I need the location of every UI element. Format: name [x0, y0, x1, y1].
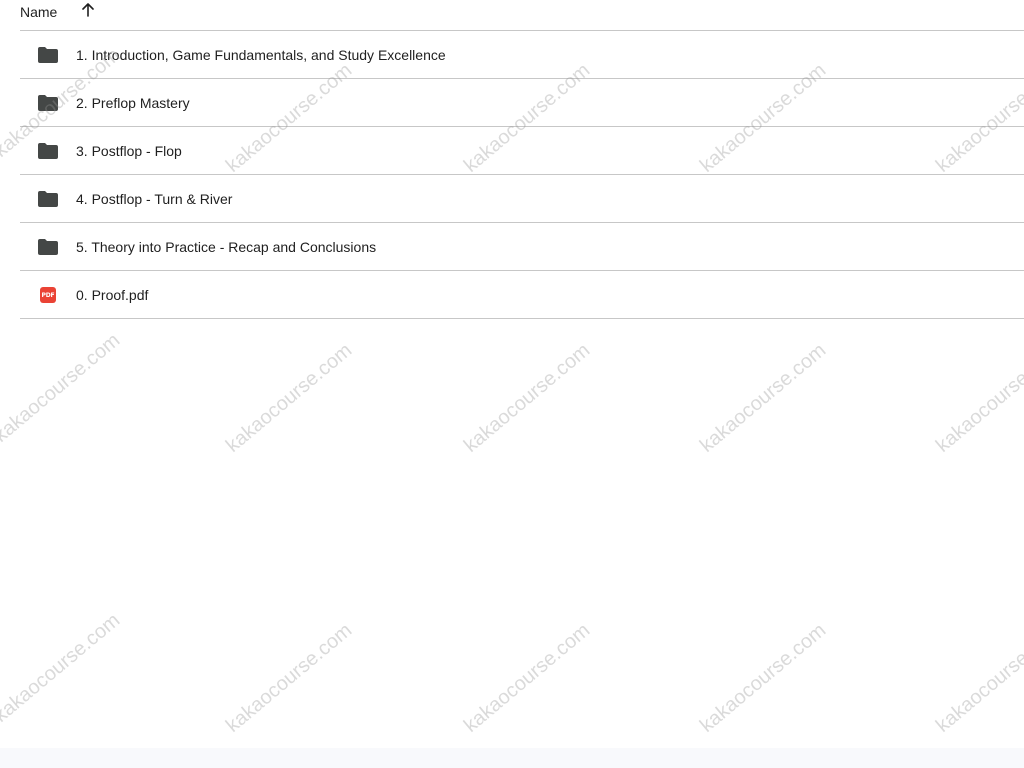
watermark: kakaocourse.com	[222, 339, 357, 457]
watermark: kakaocourse.com	[696, 619, 831, 737]
file-list: 1. Introduction, Game Fundamentals, and …	[20, 30, 1024, 319]
file-row-folder-3[interactable]: 3. Postflop - Flop	[20, 127, 1024, 175]
folder-icon	[38, 237, 58, 257]
folder-icon	[38, 141, 58, 161]
footer-bar	[0, 748, 1024, 768]
folder-icon	[38, 93, 58, 113]
file-name: 1. Introduction, Game Fundamentals, and …	[76, 47, 446, 63]
folder-icon	[38, 189, 58, 209]
watermark: kakaocourse.com	[932, 339, 1024, 457]
file-name: 2. Preflop Mastery	[76, 95, 190, 111]
name-column-header[interactable]: Name	[20, 3, 57, 21]
file-name: 5. Theory into Practice - Recap and Conc…	[76, 239, 377, 255]
file-name: 0. Proof.pdf	[76, 287, 149, 303]
watermark: kakaocourse.com	[696, 339, 831, 457]
file-row-folder-5[interactable]: 5. Theory into Practice - Recap and Conc…	[20, 223, 1024, 271]
file-row-folder-4[interactable]: 4. Postflop - Turn & River	[20, 175, 1024, 223]
file-row-folder-1[interactable]: 1. Introduction, Game Fundamentals, and …	[20, 31, 1024, 79]
file-name: 3. Postflop - Flop	[76, 143, 182, 159]
arrow-up-icon[interactable]	[80, 2, 96, 18]
pdf-badge: PDF	[40, 287, 56, 303]
file-row-pdf[interactable]: PDF 0. Proof.pdf	[20, 271, 1024, 319]
file-name: 4. Postflop - Turn & River	[76, 191, 233, 207]
pdf-icon: PDF	[38, 285, 58, 305]
list-header: Name	[0, 0, 1024, 30]
watermark: kakaocourse.com	[0, 329, 125, 447]
watermark: kakaocourse.com	[460, 339, 595, 457]
watermark: kakaocourse.com	[460, 619, 595, 737]
file-row-folder-2[interactable]: 2. Preflop Mastery	[20, 79, 1024, 127]
watermark: kakaocourse.com	[932, 619, 1024, 737]
folder-icon	[38, 45, 58, 65]
watermark: kakaocourse.com	[0, 609, 125, 727]
file-browser: Name 1. Introduction, Game Fundamentals,…	[0, 0, 1024, 768]
watermark: kakaocourse.com	[222, 619, 357, 737]
